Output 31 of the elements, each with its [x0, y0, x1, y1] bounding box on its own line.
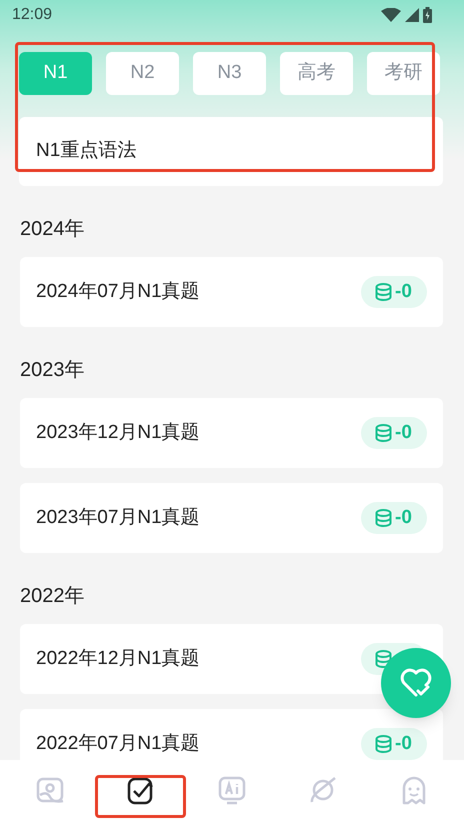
status-time: 12:09 [12, 5, 52, 25]
year-heading: 2024年 [20, 217, 84, 242]
feature-card[interactable]: N1重点语法 [19, 117, 443, 186]
map-icon [34, 775, 65, 805]
exam-card[interactable]: 2022年12月N1真题 [20, 624, 443, 694]
coins-icon [375, 735, 392, 753]
cost-badge: -0 [361, 728, 427, 760]
cost-badge: -0 [361, 502, 427, 534]
year-heading: 2023年 [20, 358, 84, 383]
coins-icon [375, 650, 392, 668]
exam-title: 2024年07月N1真题 [36, 280, 200, 304]
coins-icon [375, 283, 392, 301]
coins-icon [375, 509, 392, 527]
exam-card[interactable]: 2022年07月N1真题 -0 [20, 709, 443, 760]
exam-card[interactable]: 2023年07月N1真题 -0 [20, 483, 443, 553]
wifi-icon [381, 8, 401, 22]
coins-icon [375, 424, 392, 442]
signal-icon [405, 8, 419, 22]
cost-badge: -0 [361, 276, 427, 308]
exam-title: 2022年12月N1真题 [36, 646, 200, 671]
cost-badge: -0 [361, 417, 427, 449]
ai-icon [217, 775, 247, 805]
exam-title: 2023年12月N1真题 [36, 420, 200, 445]
exam-card[interactable]: 2024年07月N1真题 -0 [20, 257, 443, 327]
exam-card[interactable]: 2023年12月N1真题 -0 [20, 398, 443, 468]
battery-icon [423, 7, 432, 23]
feature-title: N1重点语法 [36, 139, 136, 164]
exam-title: 2022年07月N1真题 [36, 732, 200, 756]
heart-check-icon [400, 668, 432, 698]
exam-title: 2023年07月N1真题 [36, 506, 200, 530]
year-heading: 2022年 [20, 584, 84, 609]
